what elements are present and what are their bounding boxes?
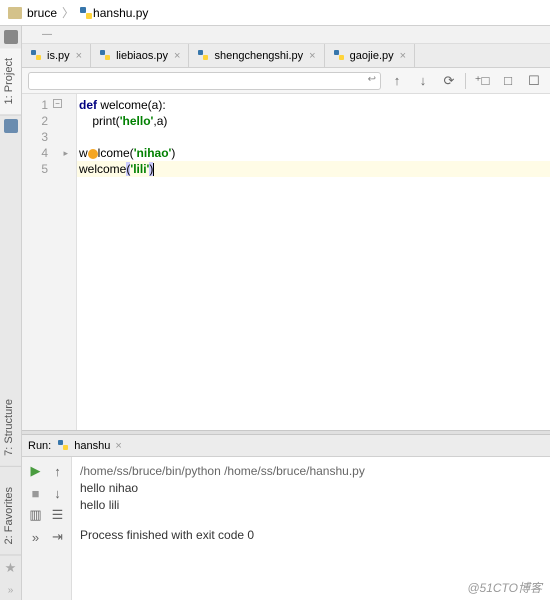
python-icon [197, 49, 210, 62]
scroll-down-icon[interactable]: ↓ [48, 483, 68, 503]
output-line: hello lili [80, 497, 542, 514]
line-number: 3 [22, 129, 76, 145]
code-area[interactable]: def welcome(a): print('hello',a) wlcome(… [77, 94, 550, 430]
refresh-icon[interactable]: ⟳ [439, 71, 459, 91]
play-icon[interactable]: ▶ [26, 461, 46, 481]
line-number: 5 [22, 161, 76, 177]
favorites-tab[interactable]: 2: Favorites [0, 477, 21, 555]
close-icon[interactable]: × [400, 50, 406, 62]
close-icon[interactable]: × [115, 440, 121, 452]
line-number: 4 [22, 145, 76, 161]
chevron-icon: 〉 [62, 4, 74, 21]
tab-gaojie[interactable]: gaojie.py × [325, 44, 415, 67]
python-icon [99, 49, 112, 62]
project-toolbar: — [22, 26, 550, 44]
breadcrumb: bruce 〉 hanshu.py [0, 0, 550, 26]
hide-icon[interactable] [4, 30, 18, 44]
tab-shengchengshi[interactable]: shengchengshi.py × [189, 44, 324, 67]
output-line: hello nihao [80, 480, 542, 497]
line-number-gutter: 1− 2 3 4 5 [22, 94, 77, 430]
run-toolbar: ▶ ↑ ■ ↓ ▥ ☰ » ⇥ [22, 457, 72, 600]
tab-liebiaos[interactable]: liebiaos.py × [91, 44, 189, 67]
search-input[interactable] [28, 72, 381, 90]
line-number: 2 [22, 113, 76, 129]
layout-icon[interactable]: ▥ [26, 505, 46, 525]
output-line: Process finished with exit code 0 [80, 527, 542, 544]
project-tab[interactable]: 1: Project [0, 48, 21, 115]
code-editor[interactable]: 1− 2 3 4 5 def welcome(a): print('hello'… [22, 94, 550, 430]
close-icon[interactable]: × [174, 50, 180, 62]
breadcrumb-folder[interactable]: bruce [27, 6, 57, 20]
tab-is[interactable]: is.py × [22, 44, 91, 67]
run-header: Run: hanshu × [22, 435, 550, 457]
python-icon [57, 439, 70, 452]
tab-label: liebiaos.py [116, 50, 168, 62]
down-arrow-icon[interactable]: ↓ [413, 71, 433, 91]
editor-tabs: is.py × liebiaos.py × shengchengshi.py ×… [22, 44, 550, 68]
fold-icon[interactable]: − [53, 99, 62, 108]
add-selection-icon[interactable]: ⁺□ [472, 71, 492, 91]
run-panel: Run: hanshu × ▶ ↑ ■ ↓ ▥ ☰ [22, 435, 550, 600]
wrap-icon[interactable]: ☰ [48, 505, 68, 525]
tab-label: is.py [47, 50, 70, 62]
up-arrow-icon[interactable]: ↑ [387, 71, 407, 91]
run-tab-label[interactable]: hanshu [74, 440, 110, 452]
run-label: Run: [28, 440, 51, 452]
close-icon[interactable]: × [309, 50, 315, 62]
more-icon[interactable]: » [0, 581, 21, 600]
python-icon [333, 49, 346, 62]
collapse-icon[interactable]: — [42, 29, 52, 40]
export-icon[interactable]: ⇥ [48, 527, 68, 547]
output-line: /home/ss/bruce/bin/python /home/ss/bruce… [80, 463, 542, 480]
scroll-up-icon[interactable]: ↑ [48, 461, 68, 481]
python-icon [79, 6, 93, 20]
tab-label: shengchengshi.py [214, 50, 303, 62]
line-number: 1− [22, 97, 76, 113]
lightbulb-icon[interactable] [88, 149, 98, 159]
folder-icon [8, 7, 22, 19]
python-icon [30, 49, 43, 62]
bookmark-icon[interactable] [4, 119, 18, 133]
search-toolbar: ↑ ↓ ⟳ ⁺□ □ ☐ [22, 68, 550, 94]
star-icon[interactable]: ★ [0, 555, 21, 581]
stop-icon[interactable]: ■ [26, 483, 46, 503]
unselect-icon[interactable]: □ [498, 71, 518, 91]
tab-label: gaojie.py [350, 50, 394, 62]
breadcrumb-file[interactable]: hanshu.py [93, 6, 148, 20]
more-icon[interactable]: » [26, 527, 46, 547]
close-icon[interactable]: × [76, 50, 82, 62]
watermark: @51CTO博客 [467, 579, 542, 596]
keyword: def [79, 98, 97, 112]
structure-tab[interactable]: 7: Structure [0, 389, 21, 467]
left-tool-window-bar: 1: Project 7: Structure 2: Favorites ★ » [0, 26, 22, 600]
text-cursor [153, 163, 154, 176]
select-all-icon[interactable]: ☐ [524, 71, 544, 91]
